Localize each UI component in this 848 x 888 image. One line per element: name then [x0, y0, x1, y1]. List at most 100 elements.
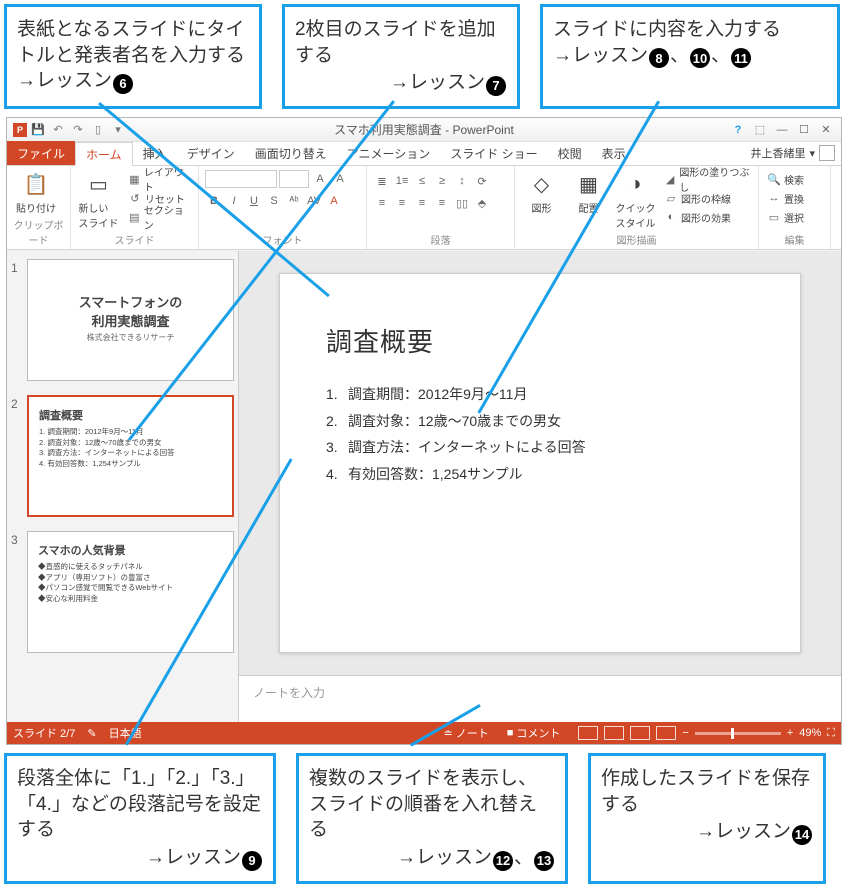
line-spacing-icon[interactable]: ↕ [453, 172, 471, 190]
slide-thumbnail-2[interactable]: 調査概要 1. 調査期間：2012年9月～11月 2. 調査対象：12歳～70歳… [27, 395, 234, 517]
shadow-icon[interactable]: ᴬᵇ [285, 192, 303, 210]
tab-file[interactable]: ファイル [7, 141, 75, 165]
fill-icon: ◢ [664, 172, 676, 186]
slideshow-view-icon[interactable] [656, 726, 676, 740]
new-slide-button[interactable]: ▭ 新しい スライド [77, 170, 120, 230]
thumb-heading: 調査概要 [39, 407, 222, 423]
close-icon[interactable]: ✕ [817, 121, 835, 139]
notes-toggle[interactable]: ≐ ノート [444, 725, 489, 741]
comments-toggle[interactable]: ■ コメント [507, 725, 561, 741]
lesson-num-icon: 12 [493, 851, 513, 871]
underline-icon[interactable]: U [245, 192, 263, 210]
group-drawing-label: 図形描画 [521, 230, 752, 249]
callout-top-3: スライドに内容を入力する →レッスン8、10、11 [540, 4, 840, 109]
replace-button[interactable]: ↔置換 [765, 189, 806, 207]
thumb-number: 3 [11, 531, 27, 653]
tab-review[interactable]: 校閲 [548, 141, 592, 165]
user-name: 井上香緒里 [750, 145, 805, 161]
callout-text: 2枚目のスライドを追加する [295, 19, 496, 66]
indent-dec-icon[interactable]: ≤ [413, 172, 431, 190]
italic-icon[interactable]: I [225, 192, 243, 210]
bullets-icon[interactable]: ≣ [373, 172, 391, 190]
minimize-icon[interactable]: — [773, 121, 791, 139]
numbering-icon[interactable]: 1≡ [393, 172, 411, 190]
font-name-input[interactable] [205, 170, 277, 188]
select-button[interactable]: ▭選択 [765, 208, 806, 226]
slide-title[interactable]: 調査概要 [326, 322, 754, 359]
sorter-view-icon[interactable] [604, 726, 624, 740]
columns-icon[interactable]: ▯▯ [453, 194, 471, 212]
save-icon[interactable]: 💾 [29, 121, 47, 139]
find-button[interactable]: 🔍検索 [765, 170, 806, 188]
effects-icon: ◐ [664, 210, 678, 224]
redo-icon[interactable]: ↷ [69, 121, 87, 139]
align-left-icon[interactable]: ≡ [373, 194, 391, 212]
slide-thumbnail-1[interactable]: スマートフォンの 利用実態調査 株式会社できるリサーチ [27, 259, 234, 381]
user-account[interactable]: 井上香緒里 ▾ [750, 145, 835, 161]
callout-bottom-3: 作成したスライドを保存する →レッスン14 [588, 753, 826, 884]
slide-thumbnail-3[interactable]: スマホの人気背景 ◆直感的に使えるタッチパネル ◆アプリ（専用ソフト）の豊富さ … [27, 531, 234, 653]
callout-bottom-2: 複数のスライドを表示し、スライドの順番を入れ替える →レッスン12、13 [296, 753, 568, 884]
undo-icon[interactable]: ↶ [49, 121, 67, 139]
zoom-out-icon[interactable]: − [682, 727, 688, 739]
outline-icon: ▱ [664, 191, 678, 205]
new-slide-icon: ▭ [84, 170, 112, 198]
thumb-number: 1 [11, 259, 27, 381]
ribbon: 📋 貼り付け クリップボード ▭ 新しい スライド ▦レイアウト ↺リセット ▤… [7, 166, 841, 250]
reset-icon: ↺ [128, 191, 142, 205]
callout-text: スライドに内容を入力する [553, 19, 781, 40]
editor-pane: 調査概要 1.調査期間：2012年9月～11月 2.調査対象：12歳～70歳まで… [239, 251, 841, 722]
callout-text: 段落全体に「1.」「2.」「3.」「4.」などの段落記号を設定する [17, 768, 261, 840]
section-button[interactable]: ▤セクション [126, 208, 192, 226]
callout-bottom-1: 段落全体に「1.」「2.」「3.」「4.」などの段落記号を設定する →レッスン9 [4, 753, 276, 884]
maximize-icon[interactable]: ☐ [795, 121, 813, 139]
align-right-icon[interactable]: ≡ [413, 194, 431, 212]
font-size-input[interactable] [279, 170, 309, 188]
fit-to-window-icon[interactable]: ⛶ [827, 727, 835, 740]
smartart-icon[interactable]: ⬘ [473, 194, 491, 212]
select-icon: ▭ [767, 210, 781, 224]
zoom-percent[interactable]: 49% [799, 727, 821, 739]
ribbon-options-icon[interactable]: ⬚ [751, 121, 769, 139]
thumb-heading: スマホの人気背景 [38, 542, 223, 558]
zoom-slider[interactable] [695, 732, 781, 735]
slide-thumbnail-pane[interactable]: 1 スマートフォンの 利用実態調査 株式会社できるリサーチ 2 調査概要 1. … [7, 251, 239, 722]
thumb-title: スマートフォンの 利用実態調査 [38, 292, 223, 330]
shapes-button[interactable]: ◇図形 [521, 170, 562, 215]
text-direction-icon[interactable]: ⟳ [473, 172, 491, 190]
thumb-number: 2 [11, 395, 27, 517]
help-icon[interactable]: ? [729, 121, 747, 139]
quick-styles-button[interactable]: ◑クイック スタイル [615, 170, 656, 230]
zoom-in-icon[interactable]: + [787, 727, 793, 739]
slide-canvas[interactable]: 調査概要 1.調査期間：2012年9月～11月 2.調査対象：12歳～70歳まで… [279, 273, 801, 653]
shape-fill-button[interactable]: ◢図形の塗りつぶし [662, 170, 752, 188]
status-slide-number: スライド 2/7 [13, 725, 75, 741]
justify-icon[interactable]: ≡ [433, 194, 451, 212]
paste-button[interactable]: 📋 貼り付け [13, 170, 59, 215]
strike-icon[interactable]: S [265, 192, 283, 210]
tab-slideshow[interactable]: スライド ショー [440, 141, 547, 165]
tab-transition[interactable]: 画面切り替え [245, 141, 337, 165]
tab-design[interactable]: デザイン [177, 141, 245, 165]
shape-outline-button[interactable]: ▱図形の枠線 [662, 189, 752, 207]
find-icon: 🔍 [767, 172, 781, 186]
thumb-subtitle: 株式会社できるリサーチ [38, 332, 223, 343]
tab-home[interactable]: ホーム [75, 142, 133, 166]
reading-view-icon[interactable] [630, 726, 650, 740]
callout-top-1: 表紙となるスライドにタイトルと発表者名を入力する →レッスン6 [4, 4, 262, 109]
font-color-icon[interactable]: A [325, 192, 343, 210]
shapes-icon: ◇ [527, 170, 555, 198]
section-icon: ▤ [128, 210, 141, 224]
indent-inc-icon[interactable]: ≥ [433, 172, 451, 190]
slide-body-list[interactable]: 1.調査期間：2012年9月～11月 2.調査対象：12歳～70歳までの男女 3… [326, 381, 754, 487]
align-center-icon[interactable]: ≡ [393, 194, 411, 212]
status-spellcheck-icon[interactable]: ✎ [87, 727, 96, 740]
start-slideshow-icon[interactable]: ▯ [89, 121, 107, 139]
callout-top-2: 2枚目のスライドを追加する →レッスン7 [282, 4, 520, 109]
normal-view-icon[interactable] [578, 726, 598, 740]
group-clipboard-label: クリップボード [13, 215, 64, 249]
quick-styles-icon: ◑ [621, 170, 649, 198]
lesson-num-icon: 9 [242, 851, 262, 871]
shape-effects-button[interactable]: ◐図形の効果 [662, 208, 752, 226]
notes-pane[interactable]: ノートを入力 [239, 675, 841, 722]
